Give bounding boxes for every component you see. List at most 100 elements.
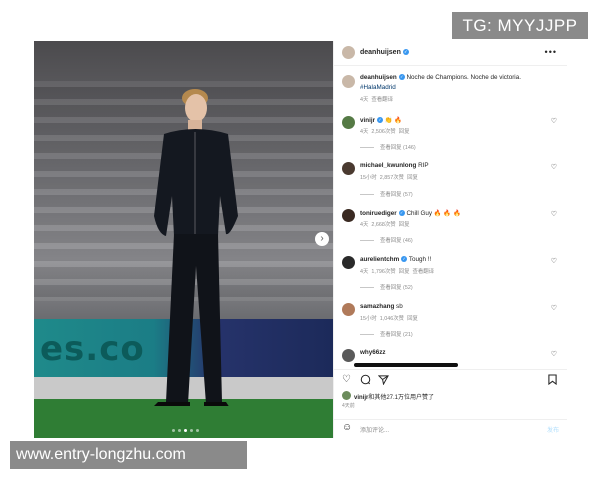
comment-text: RIP: [418, 162, 429, 169]
likes-user[interactable]: vinijr: [354, 395, 368, 401]
view-replies[interactable]: 查看回复 (21): [360, 330, 413, 338]
watermark-top-right: TG: MYYJJPP: [452, 12, 588, 39]
comment-text: 👏 🔥: [384, 117, 403, 124]
comment-time: 4天: [360, 269, 369, 275]
add-comment-bar: ☺ 添加评论... 发布: [334, 419, 567, 439]
carousel-dot: [178, 429, 181, 432]
bookmark-svg: [548, 374, 557, 386]
comment-meta: 15小时 2,857次赞 回复: [360, 173, 418, 181]
comment-time: 4天: [360, 222, 369, 228]
comment-username[interactable]: samazhang: [360, 303, 394, 310]
verified-icon: ✓: [398, 210, 405, 217]
caption-translate[interactable]: 查看翻译: [371, 97, 393, 103]
comment-text: sb: [396, 303, 403, 310]
reply-button[interactable]: 回复: [407, 316, 418, 322]
heart-icon[interactable]: ♡: [551, 117, 557, 125]
heart-icon[interactable]: ♡: [551, 304, 557, 312]
comment-likes[interactable]: 1,796次赞: [371, 269, 395, 275]
caption-username[interactable]: deanhuijsen: [360, 74, 397, 81]
comment-time: 15小时: [360, 175, 377, 181]
comment-time: 15小时: [360, 316, 377, 322]
comment-meta: 4天 2,506次赞 回复: [360, 127, 409, 135]
avatar[interactable]: [342, 256, 355, 269]
comment-likes[interactable]: 2,668次赞: [371, 222, 395, 228]
likes-text: 和其他27.1万位用户赞了: [368, 395, 435, 401]
comment-5: samazhang sb: [360, 303, 403, 310]
avatar[interactable]: [342, 162, 355, 175]
comment-meta: 4天 1,796次赞 回复 查看翻译: [360, 267, 434, 275]
avatar[interactable]: [342, 303, 355, 316]
verified-icon: ✓: [398, 74, 405, 81]
comment-1: vinijr ✓ 👏 🔥: [360, 116, 402, 124]
comments-panel: deanhuijsen ✓ ••• deanhuijsen ✓ Noche de C…: [333, 41, 567, 438]
heart-icon[interactable]: ♡: [551, 350, 557, 358]
avatar[interactable]: [342, 209, 355, 222]
carousel-dots: [172, 429, 199, 432]
verified-icon: ✓: [377, 117, 384, 124]
emoji-icon[interactable]: ☺: [342, 422, 352, 433]
next-arrow-icon[interactable]: ›: [315, 232, 329, 246]
verified-icon: ✓: [401, 256, 408, 263]
header-username-text[interactable]: deanhuijsen: [360, 49, 401, 56]
comment-icon[interactable]: [360, 374, 371, 388]
view-replies[interactable]: 查看回复 (57): [360, 190, 413, 198]
likes-summary[interactable]: vinijr和其他27.1万位用户赞了: [354, 392, 434, 401]
comment-meta: 4天 2,668次赞 回复: [360, 220, 409, 228]
avatar[interactable]: [342, 349, 355, 362]
comment-username[interactable]: michael_kwunlong: [360, 162, 416, 169]
board-text: es.co: [40, 329, 145, 369]
view-replies[interactable]: 查看回复 (46): [360, 236, 413, 244]
heart-icon[interactable]: ♡: [551, 210, 557, 218]
caption-hashtag[interactable]: #HalaMadrid: [360, 84, 396, 91]
post-header: deanhuijsen ✓ •••: [334, 41, 567, 66]
comment-username[interactable]: toniruediger: [360, 210, 397, 217]
comment-username[interactable]: aurelientchm: [360, 256, 399, 263]
carousel-dot: [196, 429, 199, 432]
caption: deanhuijsen ✓ Noche de Champions. Noche d…: [360, 74, 521, 81]
watermark-bottom-left: www.entry-longzhu.com: [10, 441, 247, 469]
comment-likes[interactable]: 2,506次赞: [371, 129, 395, 135]
comment-text: Tough !!: [408, 256, 432, 263]
comment-meta: 15小时 1,046次赞 回复: [360, 314, 418, 322]
heart-icon[interactable]: ♡: [551, 163, 557, 171]
caption-meta: 4天 查看翻译: [360, 95, 393, 103]
comment-3: toniruediger ✓ Chill Guy 🔥 🔥 🔥: [360, 209, 461, 217]
reply-button[interactable]: 回复: [407, 175, 418, 181]
post-button[interactable]: 发布: [547, 425, 559, 434]
instagram-post: es.co › deanhuijsen ✓ ••• deanhuijsen ✓ …: [34, 41, 567, 438]
comment-username[interactable]: why66zz: [360, 349, 386, 356]
verified-icon: ✓: [402, 49, 409, 56]
bookmark-icon[interactable]: [548, 374, 557, 388]
avatar[interactable]: [342, 75, 355, 88]
reply-button[interactable]: 回复: [399, 129, 410, 135]
caption-time: 4天: [360, 97, 369, 103]
view-replies[interactable]: 查看回复 (146): [360, 143, 416, 151]
avatar[interactable]: [342, 46, 355, 59]
carousel-dot-active: [184, 429, 187, 432]
share-svg: [377, 375, 389, 386]
comment-time: 4天: [360, 129, 369, 135]
comment-username[interactable]: vinijr: [360, 117, 375, 124]
comment-2: michael_kwunlong RIP: [360, 162, 429, 169]
avatar[interactable]: [342, 116, 355, 129]
view-replies[interactable]: 查看回复 (52): [360, 283, 413, 291]
comment-text: Chill Guy 🔥 🔥 🔥: [406, 210, 461, 217]
reply-button[interactable]: 回复: [399, 269, 410, 275]
more-icon[interactable]: •••: [545, 47, 557, 57]
comment-svg: [360, 374, 371, 385]
comment-likes[interactable]: 1,046次赞: [380, 316, 404, 322]
post-photo[interactable]: es.co ›: [34, 41, 333, 438]
carousel-dot: [190, 429, 193, 432]
avatar[interactable]: [342, 391, 351, 400]
caption-text: Noche de Champions. Noche de victoria.: [406, 74, 521, 81]
share-icon[interactable]: [377, 374, 389, 388]
heart-icon[interactable]: ♡: [342, 374, 351, 385]
hidden-comment-bar: [354, 363, 458, 367]
carousel-dot: [172, 429, 175, 432]
comment-likes[interactable]: 2,857次赞: [380, 175, 404, 181]
heart-icon[interactable]: ♡: [551, 257, 557, 265]
comment-translate[interactable]: 查看翻译: [412, 269, 434, 275]
reply-button[interactable]: 回复: [399, 222, 410, 228]
comment-input[interactable]: 添加评论...: [360, 425, 389, 434]
header-username[interactable]: deanhuijsen ✓: [360, 49, 409, 56]
